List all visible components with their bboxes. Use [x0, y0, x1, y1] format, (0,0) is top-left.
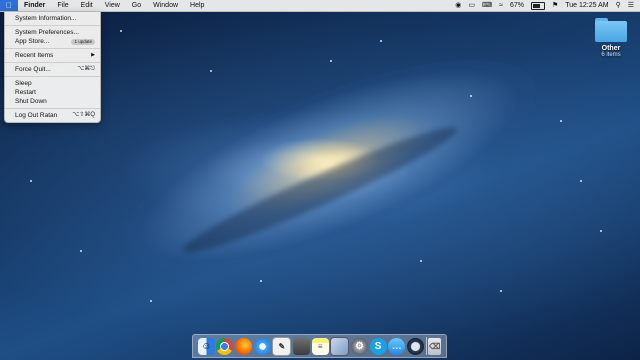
cast-icon[interactable]: ▭ — [468, 0, 475, 11]
menu-separator — [5, 48, 100, 49]
dock-divider — [425, 337, 427, 355]
menu-item-system-preferences[interactable]: System Preferences... — [5, 28, 100, 37]
keyboard-shortcut: ⌥⌘⎋ — [77, 66, 95, 72]
star — [150, 300, 152, 302]
menu-separator — [5, 62, 100, 63]
folder-icon[interactable] — [595, 18, 627, 42]
menu-item-label: Shut Down — [15, 98, 47, 105]
menu-separator — [5, 25, 100, 26]
desktop-folder-other[interactable]: Other 6 items — [593, 18, 629, 58]
star — [420, 260, 422, 262]
list-icon[interactable]: ☰ — [628, 0, 634, 11]
star — [470, 95, 472, 97]
star — [580, 180, 582, 182]
quicktime-icon[interactable] — [406, 337, 424, 355]
battery-icon[interactable] — [530, 1, 545, 10]
menu-item-sleep[interactable]: Sleep — [5, 79, 100, 88]
menu-go[interactable]: Go — [126, 0, 147, 11]
menu-item-label: Log Out Ratan — [15, 112, 58, 119]
photo-viewer-icon[interactable] — [330, 336, 350, 356]
wifi-icon[interactable]: ≈ — [499, 0, 503, 11]
menu-item-system-information[interactable]: System Information... — [5, 14, 100, 23]
menu-item-log-out[interactable]: Log Out Ratan ⌥⇧⌘Q — [5, 111, 100, 120]
menu-item-label: Restart — [15, 89, 36, 96]
menu-separator — [5, 76, 100, 77]
star — [330, 60, 332, 62]
menu-view[interactable]: View — [99, 0, 126, 11]
star — [210, 70, 212, 72]
safari-icon[interactable] — [253, 337, 271, 355]
menu-edit[interactable]: Edit — [75, 0, 99, 11]
folder-item-count: 6 items — [601, 52, 621, 58]
menu-item-label: System Information... — [15, 15, 77, 22]
menu-window[interactable]: Window — [147, 0, 184, 11]
menu-finder[interactable]: Finder — [18, 0, 51, 11]
star — [500, 290, 502, 292]
menu-item-recent-items[interactable]: Recent Items ▶ — [5, 51, 100, 60]
apple-menu-dropdown: System Information... System Preferences… — [4, 11, 101, 123]
submenu-arrow-icon: ▶ — [91, 52, 95, 58]
search-icon[interactable]: ⚲ — [616, 0, 621, 11]
star — [600, 230, 602, 232]
dock: ☺ ✎ ≡ ⚙ S … ⌫ — [192, 334, 447, 358]
record-icon[interactable]: ◉ — [455, 0, 461, 11]
status-menu-area: ◉ ▭ ⌨ ≈ 67% ⚑ Tue 12:25 AM ⚲ ☰ — [455, 0, 634, 11]
star — [80, 250, 82, 252]
menu-item-label: Sleep — [15, 80, 32, 87]
skype-icon[interactable]: S — [369, 337, 387, 355]
firefox-icon[interactable] — [235, 337, 253, 355]
clock[interactable]: Tue 12:25 AM — [565, 2, 608, 9]
menu-item-force-quit[interactable]: Force Quit... ⌥⌘⎋ — [5, 65, 100, 74]
trash-icon[interactable]: ⌫ — [428, 337, 442, 355]
textedit-icon[interactable]: ✎ — [272, 336, 292, 356]
star — [560, 120, 562, 122]
finder-icon[interactable]: ☺ — [197, 337, 215, 355]
update-badge: 1 update — [71, 38, 95, 45]
menu-item-label: Recent Items — [15, 52, 54, 59]
preview-icon[interactable] — [293, 337, 311, 355]
menu-item-shut-down[interactable]: Shut Down — [5, 97, 100, 106]
keyboard-icon[interactable]: ⌨ — [482, 0, 492, 11]
keyboard-shortcut: ⌥⇧⌘Q — [72, 112, 95, 118]
menu-file[interactable]: File — [51, 0, 74, 11]
menu-item-restart[interactable]: Restart — [5, 88, 100, 97]
notes-icon[interactable]: ≡ — [311, 337, 329, 355]
menu-separator — [5, 108, 100, 109]
system-preferences-icon[interactable]: ⚙ — [350, 337, 368, 355]
chrome-icon[interactable] — [216, 337, 234, 355]
apple-logo-icon[interactable]:  — [0, 0, 18, 11]
star — [260, 280, 262, 282]
menu-item-app-store[interactable]: App Store... 1 update — [5, 37, 100, 46]
menu-help[interactable]: Help — [184, 0, 210, 11]
folder-name: Other — [601, 45, 621, 52]
star — [380, 40, 382, 42]
star — [30, 180, 32, 182]
messages-icon[interactable]: … — [388, 337, 406, 355]
menu-item-label: App Store... — [15, 38, 50, 45]
star — [120, 30, 122, 32]
menu-item-label: System Preferences... — [15, 29, 79, 36]
flag-icon[interactable]: ⚑ — [552, 0, 558, 11]
battery-percent: 67% — [509, 2, 524, 9]
menu-item-label: Force Quit... — [15, 66, 51, 73]
